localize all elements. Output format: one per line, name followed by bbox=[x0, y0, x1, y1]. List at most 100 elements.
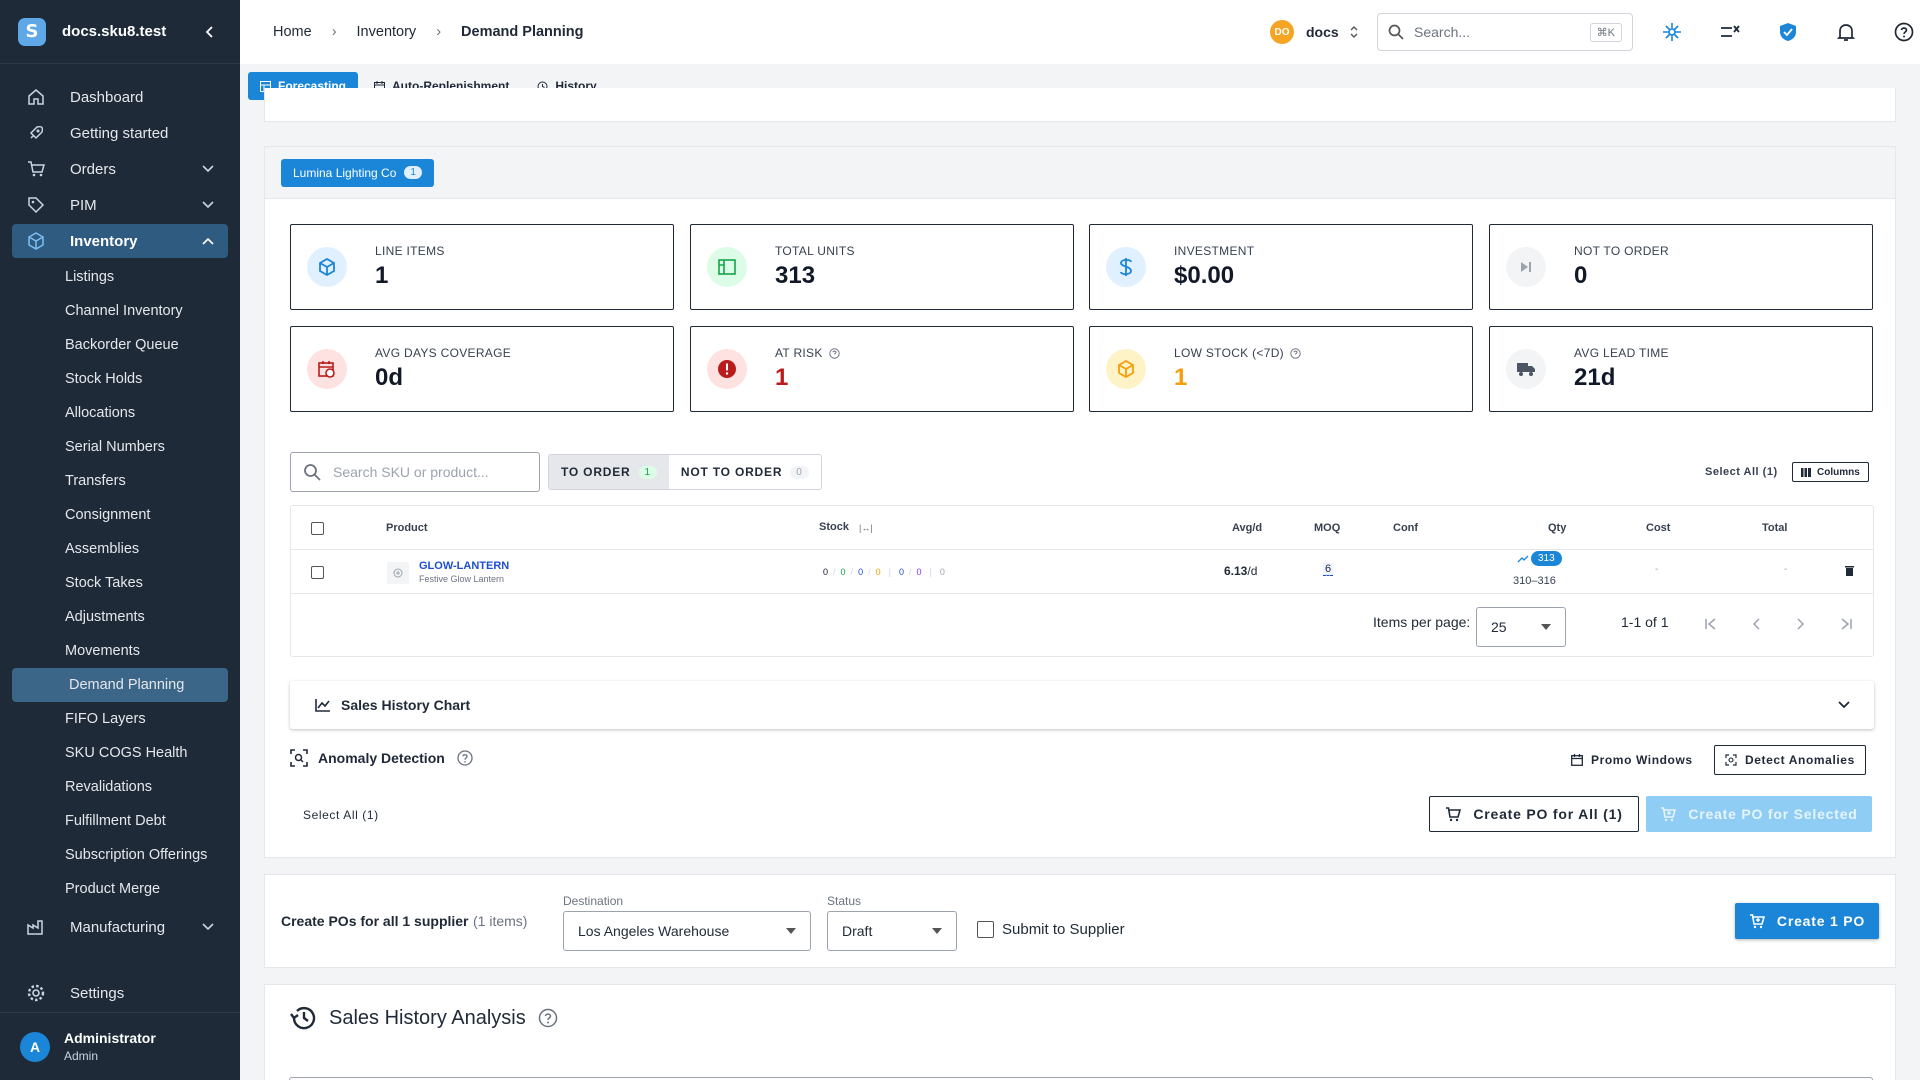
stock-separator: / bbox=[908, 567, 912, 577]
header-stock[interactable]: Stock bbox=[819, 521, 849, 533]
stock-available: 0 bbox=[840, 567, 846, 577]
avg-value: 6.13 bbox=[1224, 564, 1248, 578]
sidebar-item-label: Manufacturing bbox=[70, 918, 166, 936]
last-page-button[interactable] bbox=[1836, 614, 1856, 634]
sidebar-subitem-subscription-offerings[interactable]: Subscription Offerings bbox=[12, 838, 228, 872]
sidebar-subitem-consignment[interactable]: Consignment bbox=[12, 498, 228, 532]
product-search-input[interactable]: Search SKU or product... bbox=[290, 452, 540, 492]
sidebar-subitem-assemblies[interactable]: Assemblies bbox=[12, 532, 228, 566]
sidebar-subitem-stock-holds[interactable]: Stock Holds bbox=[12, 362, 228, 396]
breadcrumb-inventory[interactable]: Inventory bbox=[357, 24, 417, 40]
sidebar-subitem-stock-takes[interactable]: Stock Takes bbox=[12, 566, 228, 600]
collapse-sidebar-button[interactable] bbox=[198, 20, 222, 44]
compare-button[interactable] bbox=[1718, 20, 1742, 44]
items-per-page-select[interactable]: 25 bbox=[1476, 607, 1566, 647]
supplier-chip[interactable]: Lumina Lighting Co 1 bbox=[281, 158, 434, 187]
stat-label-text: LOW STOCK (<7D) bbox=[1174, 346, 1284, 360]
sidebar-subitem-movements[interactable]: Movements bbox=[12, 634, 228, 668]
detect-anomalies-button[interactable]: Detect Anomalies bbox=[1714, 745, 1866, 775]
create-po-selected-button[interactable]: Create PO for Selected bbox=[1646, 796, 1872, 832]
stat-avg-days-coverage: AVG DAYS COVERAGE 0d bbox=[290, 326, 674, 412]
help-button[interactable] bbox=[1892, 20, 1916, 44]
status-select[interactable]: Draft bbox=[827, 911, 957, 951]
sidebar-subitem-listings[interactable]: Listings bbox=[12, 260, 228, 294]
sidebar-subitem-revalidations[interactable]: Revalidations bbox=[12, 770, 228, 804]
sidebar-item-orders[interactable]: Orders bbox=[12, 152, 228, 186]
create-po-all-button[interactable]: Create PO for All (1) bbox=[1429, 796, 1639, 832]
to-order-toggle[interactable]: TO ORDER 1 bbox=[549, 455, 669, 489]
sidebar-subitem-backorder-queue[interactable]: Backorder Queue bbox=[12, 328, 228, 362]
qty-badge[interactable]: 313 bbox=[1531, 551, 1562, 566]
supplier-count: 1 bbox=[404, 166, 422, 179]
select-all-checkbox[interactable] bbox=[311, 522, 324, 535]
sidebar-item-pim[interactable]: PIM bbox=[12, 188, 228, 222]
sidebar-nav: Dashboard Getting started Orders PIM Inv… bbox=[0, 64, 240, 944]
sidebar-subitem-adjustments[interactable]: Adjustments bbox=[12, 600, 228, 634]
sidebar-item-getting-started[interactable]: Getting started bbox=[12, 116, 228, 150]
columns-button[interactable]: Columns bbox=[1792, 462, 1869, 482]
user-menu[interactable]: A Administrator Admin bbox=[0, 1012, 240, 1080]
security-button[interactable] bbox=[1776, 20, 1800, 44]
sales-history-chart-toggle[interactable]: Sales History Chart bbox=[290, 681, 1874, 729]
submit-to-supplier-option[interactable]: Submit to Supplier bbox=[977, 921, 1125, 938]
sidebar-item-inventory[interactable]: Inventory bbox=[12, 224, 228, 258]
ai-sparkle-button[interactable] bbox=[1660, 20, 1684, 44]
delete-row-button[interactable] bbox=[1845, 565, 1854, 576]
app-name: docs.sku8.test bbox=[62, 23, 167, 40]
submit-to-supplier-checkbox[interactable] bbox=[977, 921, 994, 938]
sidebar-subitem-transfers[interactable]: Transfers bbox=[12, 464, 228, 498]
row-checkbox[interactable] bbox=[311, 566, 324, 579]
next-page-button[interactable] bbox=[1791, 614, 1811, 634]
header-total[interactable]: Total bbox=[1762, 522, 1787, 534]
notifications-button[interactable] bbox=[1834, 20, 1858, 44]
promo-windows-button[interactable]: Promo Windows bbox=[1571, 753, 1693, 767]
line-chart-icon bbox=[315, 698, 331, 712]
moq-value[interactable]: 6 bbox=[1323, 563, 1334, 576]
sidebar-item-settings[interactable]: Settings bbox=[12, 976, 228, 1010]
stat-value: 1 bbox=[375, 262, 389, 289]
header-moq[interactable]: MOQ bbox=[1314, 522, 1340, 534]
select-all-button[interactable]: Select All (1) bbox=[303, 808, 379, 822]
stat-label: INVESTMENT bbox=[1174, 244, 1255, 258]
header-product[interactable]: Product bbox=[386, 522, 428, 534]
help-icon[interactable] bbox=[538, 1008, 558, 1028]
sidebar-subitem-fulfillment-debt[interactable]: Fulfillment Debt bbox=[12, 804, 228, 838]
sidebar-item-label: Getting started bbox=[70, 124, 169, 142]
help-icon[interactable] bbox=[457, 750, 473, 766]
avg-per-day: 6.13 /d bbox=[1224, 564, 1257, 578]
header-avg[interactable]: Avg/d bbox=[1232, 522, 1262, 534]
sidebar-subitem-sku-cogs-health[interactable]: SKU COGS Health bbox=[12, 736, 228, 770]
topbar: Home › Inventory › Demand Planning DO do… bbox=[240, 0, 1920, 64]
stat-label: TOTAL UNITS bbox=[775, 244, 855, 258]
info-icon[interactable] bbox=[1290, 347, 1301, 359]
prev-page-button[interactable] bbox=[1746, 614, 1766, 634]
product-search-placeholder: Search SKU or product... bbox=[333, 464, 489, 480]
sidebar-subitem-demand-planning[interactable]: Demand Planning bbox=[12, 668, 228, 702]
stock-expand-icon[interactable]: |↔| bbox=[859, 523, 873, 533]
sidebar-subitem-serial-numbers[interactable]: Serial Numbers bbox=[12, 430, 228, 464]
stock-breakdown: 0 / 0 / 0 / 0 | 0 / 0 | 0 bbox=[823, 567, 945, 577]
first-page-button[interactable] bbox=[1701, 614, 1721, 634]
global-search[interactable]: Search... ⌘K bbox=[1377, 13, 1633, 51]
product-sku-link[interactable]: GLOW-LANTERN bbox=[419, 560, 509, 572]
sidebar-subitem-fifo-layers[interactable]: FIFO Layers bbox=[12, 702, 228, 736]
sidebar-item-manufacturing[interactable]: Manufacturing bbox=[12, 910, 228, 944]
not-to-order-toggle[interactable]: NOT TO ORDER 0 bbox=[669, 455, 821, 489]
info-icon[interactable] bbox=[828, 347, 840, 359]
sidebar-subitem-channel-inventory[interactable]: Channel Inventory bbox=[12, 294, 228, 328]
sidebar-subitem-allocations[interactable]: Allocations bbox=[12, 396, 228, 430]
promo-windows-label: Promo Windows bbox=[1591, 753, 1693, 767]
select-all-link[interactable]: Select All (1) bbox=[1705, 466, 1778, 478]
breadcrumb-home[interactable]: Home bbox=[273, 24, 312, 40]
header-qty[interactable]: Qty bbox=[1548, 522, 1566, 534]
create-po-button[interactable]: Create 1 PO bbox=[1735, 903, 1879, 939]
box-icon bbox=[26, 231, 46, 251]
destination-select[interactable]: Los Angeles Warehouse bbox=[563, 911, 811, 951]
header-conf[interactable]: Conf bbox=[1393, 522, 1418, 534]
sidebar-item-dashboard[interactable]: Dashboard bbox=[12, 80, 228, 114]
product-thumbnail-icon bbox=[387, 562, 409, 584]
org-switcher[interactable]: DO docs bbox=[1270, 20, 1359, 44]
sidebar-subitem-product-merge[interactable]: Product Merge bbox=[12, 872, 228, 906]
create-po-label: Create 1 PO bbox=[1776, 913, 1866, 929]
header-cost[interactable]: Cost bbox=[1646, 522, 1670, 534]
